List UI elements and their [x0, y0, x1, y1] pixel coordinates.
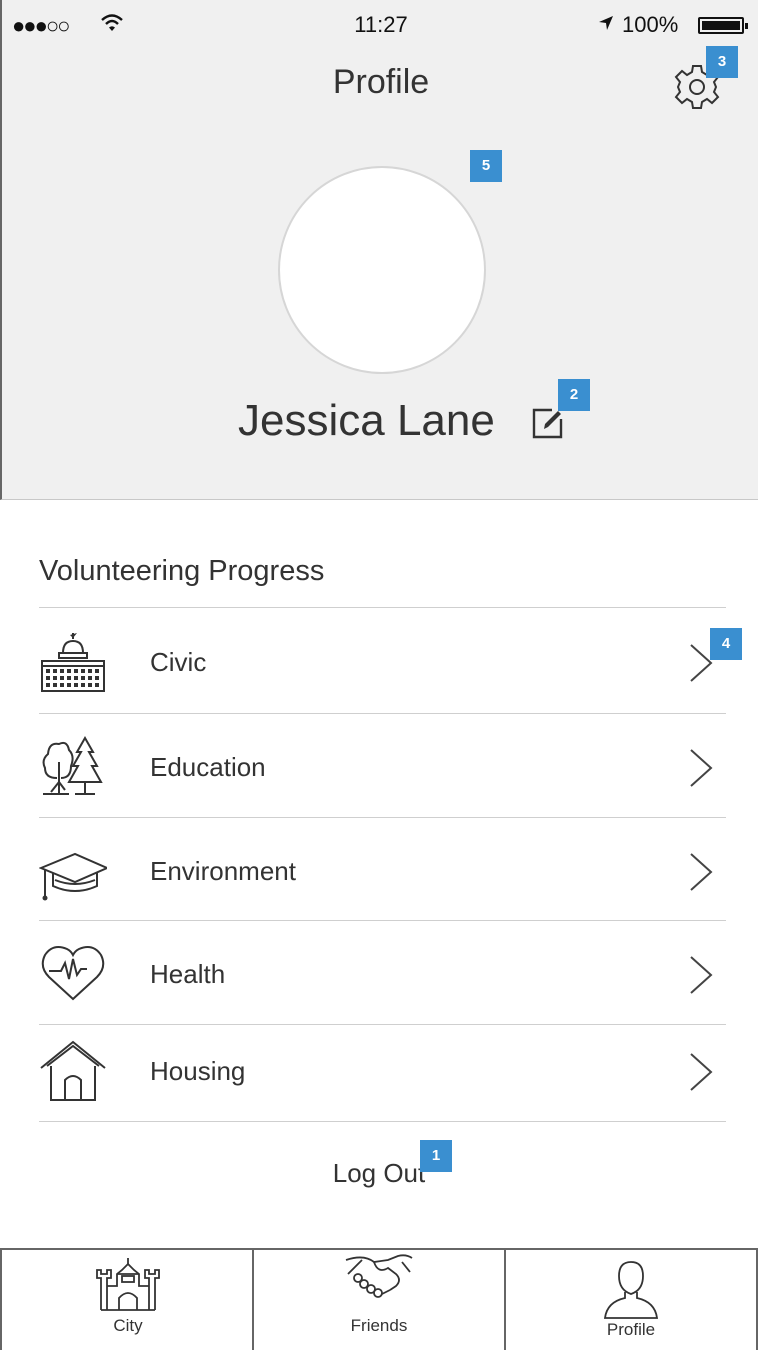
tab-label: Friends: [350, 1316, 408, 1335]
annotation-badge-settings: 3: [706, 46, 738, 78]
progress-row-label: Environment: [150, 856, 296, 886]
tab-profile[interactable]: Profile: [506, 1250, 756, 1350]
progress-row-health[interactable]: Health: [39, 921, 726, 1025]
chevron-right-icon: [690, 749, 713, 787]
divider: [39, 1121, 726, 1122]
progress-row-label: Civic: [150, 647, 207, 677]
chevron-right-icon: [690, 1053, 713, 1091]
page-title: Profile: [332, 63, 430, 101]
location-arrow-icon: [598, 15, 614, 36]
progress-row-label: Housing: [150, 1056, 246, 1086]
tab-label: City: [113, 1316, 143, 1335]
chevron-right-icon: [690, 853, 713, 891]
house-icon: [40, 1040, 106, 1101]
annotation-badge-avatar: 5: [470, 150, 502, 182]
graduation-cap-icon: [39, 852, 107, 901]
capitol-building-icon: [41, 633, 105, 692]
tab-friends[interactable]: Friends: [254, 1250, 504, 1350]
person-icon: [603, 1261, 659, 1319]
heart-pulse-icon: [41, 946, 105, 1001]
progress-row-label: Health: [150, 959, 226, 989]
tab-city[interactable]: City: [2, 1250, 254, 1350]
profile-header-panel: ●●●○○ 11:27 100% Profile 3 5 Jessica Lan…: [0, 0, 758, 500]
progress-row-civic[interactable]: Civic: [39, 609, 726, 713]
progress-row-label: Education: [150, 752, 266, 782]
logout-button[interactable]: Log Out: [0, 1158, 758, 1189]
castle-icon: [96, 1258, 160, 1311]
battery-icon: [698, 17, 748, 34]
annotation-badge-edit: 2: [558, 379, 590, 411]
handshake-icon: [345, 1254, 413, 1298]
battery-percent: 100%: [622, 12, 679, 37]
chevron-right-icon: [690, 956, 713, 994]
annotation-badge-logout: 1: [420, 1140, 452, 1172]
user-name: Jessica Lane: [238, 396, 495, 445]
progress-row-environment[interactable]: Environment: [39, 818, 726, 922]
tab-bar: City Friends Profile: [0, 1248, 758, 1350]
progress-row-housing[interactable]: Housing: [39, 1018, 726, 1122]
avatar[interactable]: [278, 166, 486, 374]
section-title: Volunteering Progress: [39, 555, 325, 587]
annotation-badge-chevron: 4: [710, 628, 742, 660]
progress-row-education[interactable]: Education: [39, 714, 726, 818]
divider: [39, 607, 726, 608]
tab-label: Profile: [606, 1320, 656, 1339]
status-bar: ●●●○○ 11:27 100%: [2, 0, 758, 50]
trees-icon: [42, 735, 103, 795]
